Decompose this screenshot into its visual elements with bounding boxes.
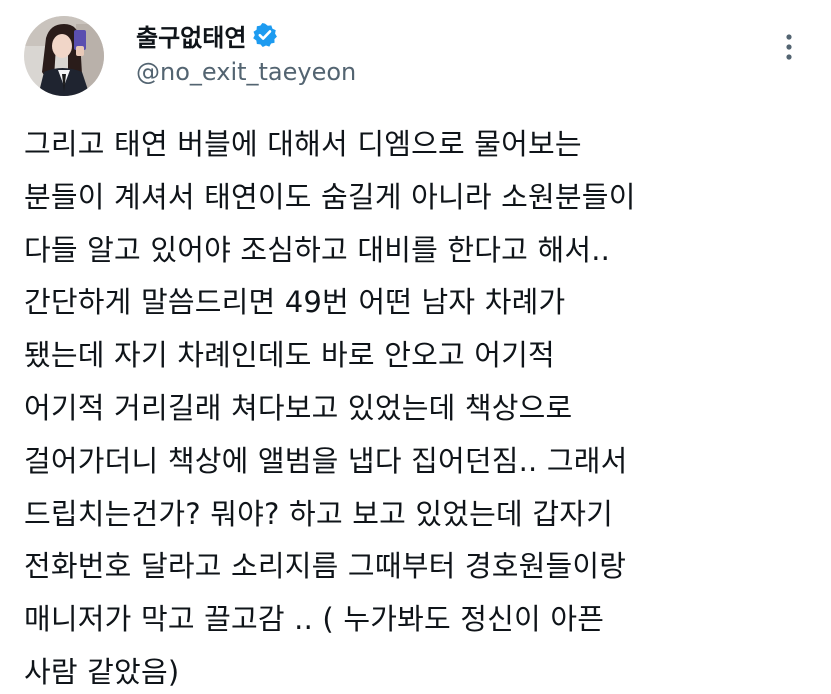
- tweet-line: 걸어가더니 책상에 앨범을 냅다 집어던짐.. 그래서: [24, 443, 628, 478]
- tweet-line: 다들 알고 있어야 조심하고 대비를 한다고 해서..: [24, 232, 611, 267]
- tweet-line: 분들이 계셔서 태연이도 숨길게 아니라 소원분들이: [24, 179, 636, 214]
- tweet: 출구없태연 @no_exit_taeyeon 그리고 태연 버블에 대해서 디엠…: [0, 0, 831, 694]
- tweet-line: 드립치는건가? 뭐야? 하고 보고 있었는데 갑자기: [24, 496, 613, 531]
- tweet-line: 사람 같았음): [24, 654, 180, 689]
- author-handle[interactable]: @no_exit_taeyeon: [136, 58, 356, 86]
- author-name-row[interactable]: 출구없태연: [136, 18, 278, 52]
- avatar[interactable]: [24, 16, 104, 96]
- tweet-line: 전화번호 달라고 소리지름 그때부터 경호원들이랑: [24, 549, 627, 584]
- verified-badge-icon: [252, 22, 278, 48]
- tweet-line: 어기적 거리길래 쳐다보고 있었는데 책상으로: [24, 390, 573, 425]
- tweet-text: 그리고 태연 버블에 대해서 디엠으로 물어보는 분들이 계셔서 태연이도 숨길…: [24, 118, 814, 694]
- tweet-line: 됐는데 자기 차례인데도 바로 안오고 어기적: [24, 338, 555, 373]
- display-name[interactable]: 출구없태연: [136, 18, 246, 53]
- more-options-icon[interactable]: [783, 32, 795, 62]
- tweet-line: 매니저가 막고 끌고감 .. ( 누가봐도 정신이 아픈: [24, 602, 605, 637]
- profile-photo-icon: [24, 16, 104, 96]
- tweet-line: 간단하게 말씀드리면 49번 어떤 남자 차례가: [24, 285, 566, 320]
- tweet-line: 그리고 태연 버블에 대해서 디엠으로 물어보는: [24, 127, 582, 161]
